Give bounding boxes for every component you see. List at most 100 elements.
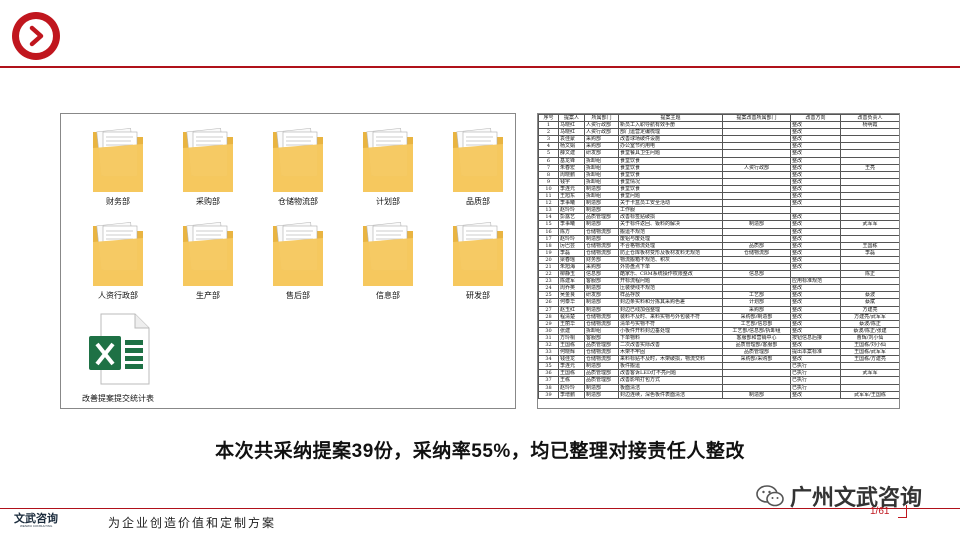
table-cell: 柳静玉 [558, 270, 585, 279]
table-cell: 已执行 [790, 369, 841, 378]
folder-item[interactable]: 采购部 [173, 124, 243, 207]
table-cell: 防止仓库板材变形及板材发料无规范 [618, 248, 723, 257]
folder-icon [173, 124, 243, 194]
table-cell: 研发部 [584, 291, 619, 300]
table-cell: 酷家乐、CRM系统操作权限整改 [618, 270, 723, 279]
table-cell: 王国栋/方建亮 [840, 355, 899, 364]
page-bracket [898, 505, 907, 518]
table-cell: 整改 [790, 192, 841, 201]
table-cell: 研发部 [584, 149, 619, 158]
table-cell: 钱佳龙 [558, 355, 585, 364]
table-row: 15 李事曦 制造部 关于标件返回、钣料的解决 制造部 整改 武军军 [538, 220, 899, 229]
folder-item[interactable]: 品质部 [443, 124, 513, 207]
table-cell: 开标流程问题 [618, 277, 723, 286]
table-cell [840, 284, 899, 293]
table-cell: 改善客诉LED灯不亮问题 [618, 369, 723, 378]
table-cell [840, 142, 899, 151]
table-row: 33 何晓辉 仓储物流部 木架不牢固 品质管理部 提出本案标准 王国栋/武军军 [538, 348, 899, 357]
table-cell: 19 [538, 248, 559, 257]
table-cell [722, 199, 791, 208]
table-cell: 拆卸组 [584, 177, 619, 186]
folder-item[interactable]: 生产部 [173, 218, 243, 301]
table-cell: 关于卡盒员工安全活动 [618, 199, 723, 208]
table-row: 32 王国栋 品质管理部 二次改善实际改善 品质管理部/客服部 整改 王国栋/刘小仙 [538, 340, 899, 350]
table-cell: 封边已线加强整理 [618, 305, 723, 314]
table-cell: 品质部 [722, 241, 791, 250]
table-cell: 整改 [790, 184, 841, 194]
folder-item[interactable]: 财务部 [83, 124, 153, 207]
table-cell: 整改 [790, 170, 841, 179]
table-cell: 已执行 [790, 383, 841, 392]
table-cell [722, 383, 791, 392]
table-row: 8 周晓鹏 拆卸组 食堂饮食 整改 [538, 170, 899, 179]
table-cell: 仓储物流部 [584, 348, 619, 357]
table-cell: 赵玲玲 [558, 234, 585, 243]
table-cell: 木架不牢固 [618, 348, 723, 357]
table-row: 21 朱旭海 采购部 外协盘点下单 整改 [538, 262, 899, 272]
table-cell [722, 262, 791, 272]
table-row: 13 赵玲玲 制造部 工作服 [538, 206, 899, 215]
table-cell: 关于标件返回、钣料的解决 [618, 220, 723, 229]
table-cell: 李事曦 [558, 220, 585, 229]
folder-label: 仓储物流部 [278, 197, 318, 206]
table-row: 14 彭露艺 品质管理部 改善标签贴破损 整改 [538, 213, 899, 222]
table-cell: 已执行 [790, 376, 841, 385]
table-cell: 袁佳蒙 [558, 135, 585, 144]
table-cell: 赵玉红 [558, 305, 585, 314]
folder-item[interactable]: 研发部 [443, 218, 513, 301]
column-header: 提案改善所属部门 [722, 114, 791, 123]
table-cell: 应用标准规范 [790, 277, 841, 286]
folder-item[interactable]: 计划部 [353, 124, 423, 207]
table-row: 30 张建 拆卸组 小板件开料封边垂处理 工艺部/信息部/拆卸组 整改 蔡波/陈正/张建 [538, 326, 899, 335]
table-cell: 整改 [790, 142, 841, 151]
table-row: 34 钱佳龙 仓储物流部 来料标贴不及时，木架破损，物流交料 采购部/采购部 整改 王国栋/… [538, 355, 899, 364]
table-cell: 基龙锋 [558, 156, 585, 165]
table-cell: 部门运营定编梳理 [618, 128, 723, 137]
table-cell: 整改 [790, 163, 841, 172]
table-cell [722, 170, 791, 179]
table-cell [722, 277, 791, 286]
table-cell: 2 [538, 128, 559, 137]
table-cell: 29 [538, 319, 559, 328]
table-cell: 采购部 [584, 135, 619, 144]
folder-label: 生产部 [196, 291, 220, 300]
table-cell [722, 227, 791, 236]
table-cell: 32 [538, 340, 559, 350]
table-cell: 整改 [790, 156, 841, 165]
table-cell: 品质管理部 [722, 348, 791, 357]
folder-item[interactable]: 售后部 [263, 218, 333, 301]
table-row: 10 李连元 制造部 食堂饮食 整改 [538, 184, 899, 194]
table-cell: 蔡波/陈正/张建 [840, 326, 899, 335]
page-number: 1/61 [870, 506, 890, 517]
folder-item[interactable]: 仓储物流部 [263, 124, 333, 207]
folder-explorer-panel: 财务部 采购部 仓储物流部 计划部 品质部 人资行政部 生产部 售后部 信息部 … [60, 113, 516, 409]
table-cell: 13 [538, 206, 559, 215]
table-cell: 压装使线不规范 [618, 284, 723, 293]
folder-label: 信息部 [376, 291, 400, 300]
table-cell: 38 [538, 383, 559, 392]
table-cell: 王国栋/武军军 [840, 348, 899, 357]
folder-item[interactable]: 信息部 [353, 218, 423, 301]
folder-item[interactable]: 人资行政部 [83, 218, 153, 301]
table-cell: 赵玲玲 [558, 206, 585, 215]
table-cell [722, 142, 791, 151]
table-cell [722, 255, 791, 264]
table-cell: 11 [538, 192, 559, 201]
table-cell [840, 184, 899, 194]
table-cell: 采购部 [722, 305, 791, 314]
wechat-icon [756, 485, 784, 507]
table-cell: 按钮信息后接 [790, 333, 841, 343]
folder-label: 售后部 [286, 291, 310, 300]
table-cell: 品质管理部 [584, 340, 619, 350]
table-cell: 武军军 [840, 369, 899, 378]
table-cell [840, 177, 899, 186]
folder-label: 计划部 [376, 197, 400, 206]
excel-file-item[interactable]: 改善提案提交统计表 [73, 312, 163, 404]
excel-file-label: 改善提案提交统计表 [82, 394, 154, 403]
folder-label: 财务部 [106, 197, 130, 206]
table-cell: 方玲桐 [558, 333, 585, 343]
table-cell: 封边条实料和分拣其采购色差 [618, 298, 723, 307]
table-cell: 食堂饮食 [618, 156, 723, 165]
table-cell: 仓储物流部 [584, 355, 619, 364]
table-cell: 搬运不规范 [618, 227, 723, 236]
